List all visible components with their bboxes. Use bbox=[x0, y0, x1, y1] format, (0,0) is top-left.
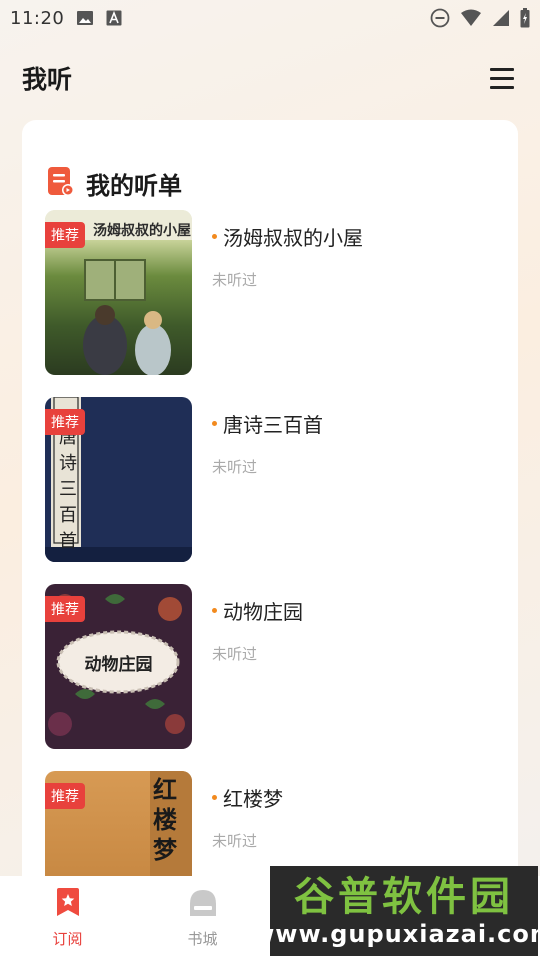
nav-label: 书城 bbox=[187, 929, 218, 948]
header: 我听 bbox=[0, 52, 540, 104]
bookstore-icon bbox=[188, 888, 218, 922]
cover-title: 唐诗三百首 bbox=[59, 427, 77, 552]
bullet-dot bbox=[212, 421, 217, 426]
status-time: 11:20 bbox=[10, 7, 65, 29]
watermark-url: www.gupuxiazai.com bbox=[252, 920, 540, 948]
status-right bbox=[430, 8, 530, 28]
battery-icon bbox=[520, 8, 530, 28]
book-title-row: 动物庄园 bbox=[212, 596, 303, 625]
listen-status: 未听过 bbox=[212, 458, 258, 476]
playlist-card: 我的听单 汤姆叔叔的小屋 推荐 汤姆叔叔的小屋 未听过 唐诗三百首 推荐 唐诗三… bbox=[22, 120, 518, 960]
book-title: 汤姆叔叔的小屋 bbox=[223, 226, 363, 250]
status-left: 11:20 bbox=[10, 8, 122, 29]
book-cover: 动物庄园 推荐 bbox=[45, 584, 192, 749]
font-a-icon bbox=[106, 10, 122, 26]
book-title: 红楼梦 bbox=[223, 787, 283, 811]
nav-label: 订阅 bbox=[52, 929, 83, 948]
cellular-signal-icon bbox=[492, 9, 510, 27]
page-title: 我听 bbox=[22, 65, 73, 94]
listen-status: 未听过 bbox=[212, 645, 258, 663]
book-title-row: 红楼梦 bbox=[212, 783, 283, 812]
bookmark-star-icon bbox=[54, 887, 82, 922]
book-title: 动物庄园 bbox=[223, 600, 303, 624]
book-cover: 唐诗三百首 推荐 bbox=[45, 397, 192, 562]
book-info: 汤姆叔叔的小屋 未听过 bbox=[212, 210, 363, 375]
book-title-row: 唐诗三百首 bbox=[212, 409, 323, 438]
cover-title: 汤姆叔叔的小屋 bbox=[93, 223, 191, 239]
bullet-dot bbox=[212, 234, 217, 239]
book-cover: 汤姆叔叔的小屋 推荐 bbox=[45, 210, 192, 375]
list-item[interactable]: 唐诗三百首 推荐 唐诗三百首 未听过 bbox=[45, 397, 505, 562]
cover-title: 动物庄园 bbox=[84, 655, 153, 675]
do-not-disturb-icon bbox=[430, 8, 450, 28]
tab-subscribe[interactable]: 订阅 bbox=[0, 887, 135, 949]
recommend-badge: 推荐 bbox=[45, 783, 85, 809]
playlist-icon bbox=[48, 166, 74, 201]
book-info: 唐诗三百首 未听过 bbox=[212, 397, 323, 562]
wifi-icon bbox=[460, 9, 482, 27]
status-bar: 11:20 bbox=[0, 0, 540, 36]
recommend-badge: 推荐 bbox=[45, 409, 85, 435]
watermark: 谷普软件园 www.gupuxiazai.com bbox=[252, 866, 540, 956]
watermark-title: 谷普软件园 bbox=[294, 874, 514, 920]
hamburger-menu-icon[interactable] bbox=[490, 64, 518, 92]
listen-status: 未听过 bbox=[212, 832, 258, 850]
tab-bookstore[interactable]: 书城 bbox=[135, 888, 270, 949]
section-header: 我的听单 bbox=[48, 166, 182, 201]
recommend-badge: 推荐 bbox=[45, 222, 85, 248]
cover-title: 红楼梦 bbox=[153, 775, 177, 864]
recommend-badge: 推荐 bbox=[45, 596, 85, 622]
book-info: 动物庄园 未听过 bbox=[212, 584, 303, 749]
gallery-icon bbox=[76, 9, 94, 27]
book-title: 唐诗三百首 bbox=[223, 413, 323, 437]
list-item[interactable]: 汤姆叔叔的小屋 推荐 汤姆叔叔的小屋 未听过 bbox=[45, 210, 505, 375]
book-list: 汤姆叔叔的小屋 推荐 汤姆叔叔的小屋 未听过 唐诗三百首 推荐 唐诗三百首 未听… bbox=[45, 210, 505, 958]
list-item[interactable]: 动物庄园 推荐 动物庄园 未听过 bbox=[45, 584, 505, 749]
book-title-row: 汤姆叔叔的小屋 bbox=[212, 222, 363, 251]
bullet-dot bbox=[212, 795, 217, 800]
listen-status: 未听过 bbox=[212, 271, 258, 289]
bullet-dot bbox=[212, 608, 217, 613]
section-title: 我的听单 bbox=[86, 172, 182, 200]
